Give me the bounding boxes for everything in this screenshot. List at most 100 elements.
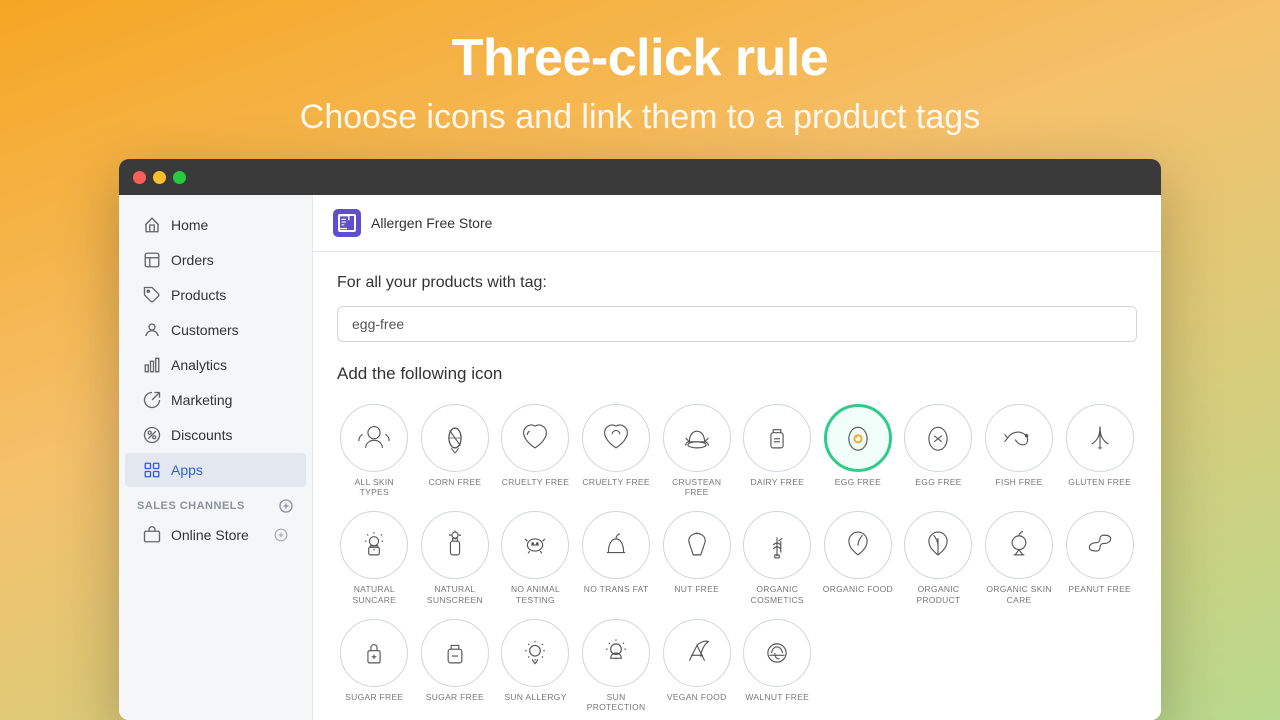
icon-circle — [501, 511, 569, 579]
icon-item-dairy-free[interactable]: DAIRY FREE — [740, 400, 815, 501]
icon-item-sugar-free-2[interactable]: SUGAR FREE — [418, 615, 493, 716]
icon-label: WALNUT FREE — [745, 692, 809, 702]
icon-label: CORN FREE — [429, 477, 482, 487]
icon-item-organic-food[interactable]: ORGANIC FOOD — [821, 507, 896, 608]
close-button[interactable] — [133, 171, 146, 184]
icon-item-sun-allergy[interactable]: SUN ALLERGY — [498, 615, 573, 716]
icon-item-natural-sunscreen[interactable]: NATURAL SUNSCREEN — [418, 507, 493, 608]
minimize-button[interactable] — [153, 171, 166, 184]
sidebar-item-label: Analytics — [171, 357, 227, 373]
discounts-icon — [143, 426, 161, 444]
icon-item-egg-free-2[interactable]: EGG FREE — [901, 400, 976, 501]
icon-item-crustean-free[interactable]: CRUSTEAN FREE — [659, 400, 734, 501]
icon-item-cruelty-free-2[interactable]: CRUELTY FREE — [579, 400, 654, 501]
sidebar-item-analytics[interactable]: Analytics — [125, 348, 306, 382]
icon-label: NO TRANS FAT — [584, 584, 649, 594]
store-logo-icon — [336, 212, 358, 234]
icon-item-fish-free[interactable]: FISH FREE — [982, 400, 1057, 501]
icon-circle — [743, 619, 811, 687]
icon-circle — [904, 404, 972, 472]
icon-circle — [904, 511, 972, 579]
online-store-icon — [143, 526, 161, 544]
icon-label: ORGANIC SKIN CARE — [984, 584, 1055, 604]
icon-item-sugar-free-1[interactable]: SUGAR FREE — [337, 615, 412, 716]
store-header: Allergen Free Store — [313, 195, 1161, 252]
tag-input[interactable] — [337, 306, 1137, 342]
icon-item-cruelty-free-1[interactable]: CRUELTY FREE — [498, 400, 573, 501]
sidebar-item-products[interactable]: Products — [125, 278, 306, 312]
icon-label: ALL SKIN TYPES — [339, 477, 410, 497]
orders-icon — [143, 251, 161, 269]
sidebar-item-label: Discounts — [171, 427, 232, 443]
icons-grid: ALL SKIN TYPES CORN FREE C — [337, 400, 1137, 716]
main-content: Allergen Free Store For all your product… — [313, 195, 1161, 720]
icon-item-organic-cosmetics[interactable]: ORGANIC COSMETICS — [740, 507, 815, 608]
icon-item-organic-skin-care[interactable]: ORGANIC SKIN CARE — [982, 507, 1057, 608]
icon-circle — [421, 619, 489, 687]
icon-label: NO ANIMAL TESTING — [500, 584, 571, 604]
icon-item-peanut-free[interactable]: PEANUT FREE — [1062, 507, 1137, 608]
icon-label: NATURAL SUNCARE — [339, 584, 410, 604]
icon-label: CRUELTY FREE — [582, 477, 650, 487]
sidebar-item-online-store[interactable]: Online Store — [125, 519, 306, 551]
maximize-button[interactable] — [173, 171, 186, 184]
sidebar-item-orders[interactable]: Orders — [125, 243, 306, 277]
icon-circle — [743, 404, 811, 472]
icon-item-egg-free-selected[interactable]: EGG FREE — [821, 400, 896, 501]
icon-item-sun-protection[interactable]: SUN PROTECTION — [579, 615, 654, 716]
store-name: Allergen Free Store — [371, 215, 492, 231]
sidebar-item-discounts[interactable]: Discounts — [125, 418, 306, 452]
icon-label: FISH FREE — [996, 477, 1043, 487]
icon-item-nut-free[interactable]: NUT FREE — [659, 507, 734, 608]
sidebar-item-label: Products — [171, 287, 226, 303]
icon-item-organic-product[interactable]: ORGANIC PRODUCT — [901, 507, 976, 608]
icon-label: DAIRY FREE — [750, 477, 804, 487]
icon-circle — [985, 404, 1053, 472]
sidebar-item-customers[interactable]: Customers — [125, 313, 306, 347]
hero-subtitle: Choose icons and link them to a product … — [300, 98, 980, 137]
sidebar-item-label: Apps — [171, 462, 203, 478]
icon-circle — [421, 511, 489, 579]
icon-label: SUN ALLERGY — [504, 692, 566, 702]
icon-circle — [663, 404, 731, 472]
icon-item-all-skin-types[interactable]: ALL SKIN TYPES — [337, 400, 412, 501]
sidebar-item-marketing[interactable]: Marketing — [125, 383, 306, 417]
icon-label: ORGANIC COSMETICS — [742, 584, 813, 604]
sidebar-item-apps[interactable]: Apps — [125, 453, 306, 487]
icon-circle — [824, 511, 892, 579]
expand-icon[interactable] — [274, 528, 288, 542]
icon-item-no-trans-fat[interactable]: NO TRANS FAT — [579, 507, 654, 608]
icon-circle — [1066, 511, 1134, 579]
traffic-lights — [133, 171, 186, 184]
icon-item-no-animal-testing[interactable]: NO ANIMAL TESTING — [498, 507, 573, 608]
icon-item-natural-suncare[interactable]: NATURAL SUNCARE — [337, 507, 412, 608]
icon-label: GLUTEN FREE — [1068, 477, 1131, 487]
icon-item-vegan-food[interactable]: VEGAN FOOD — [659, 615, 734, 716]
icon-item-walnut-free[interactable]: WALNUT FREE — [740, 615, 815, 716]
icon-label: ORGANIC PRODUCT — [903, 584, 974, 604]
sidebar-item-home[interactable]: Home — [125, 208, 306, 242]
icon-circle — [340, 619, 408, 687]
icon-label: PEANUT FREE — [1068, 584, 1131, 594]
icon-label: EGG FREE — [915, 477, 961, 487]
sidebar-item-label: Customers — [171, 322, 239, 338]
icon-label: SUGAR FREE — [345, 692, 403, 702]
sidebar-item-label: Marketing — [171, 392, 232, 408]
sales-channels-header: SALES CHANNELS — [119, 488, 312, 518]
marketing-icon — [143, 391, 161, 409]
icon-circle — [582, 511, 650, 579]
add-sales-channel-icon[interactable] — [278, 498, 294, 514]
icon-label: ORGANIC FOOD — [823, 584, 893, 594]
online-store-label: Online Store — [171, 527, 249, 543]
icon-circle — [582, 619, 650, 687]
icon-circle — [582, 404, 650, 472]
icon-circle — [340, 511, 408, 579]
sidebar-item-label: Home — [171, 217, 208, 233]
browser-body: Home Orders Products Customers Analytics — [119, 195, 1161, 720]
icon-item-corn-free[interactable]: CORN FREE — [418, 400, 493, 501]
icon-circle — [985, 511, 1053, 579]
icon-label: CRUELTY FREE — [502, 477, 570, 487]
icon-label: SUN PROTECTION — [581, 692, 652, 712]
apps-icon — [143, 461, 161, 479]
icon-item-gluten-free[interactable]: GLUTEN FREE — [1062, 400, 1137, 501]
